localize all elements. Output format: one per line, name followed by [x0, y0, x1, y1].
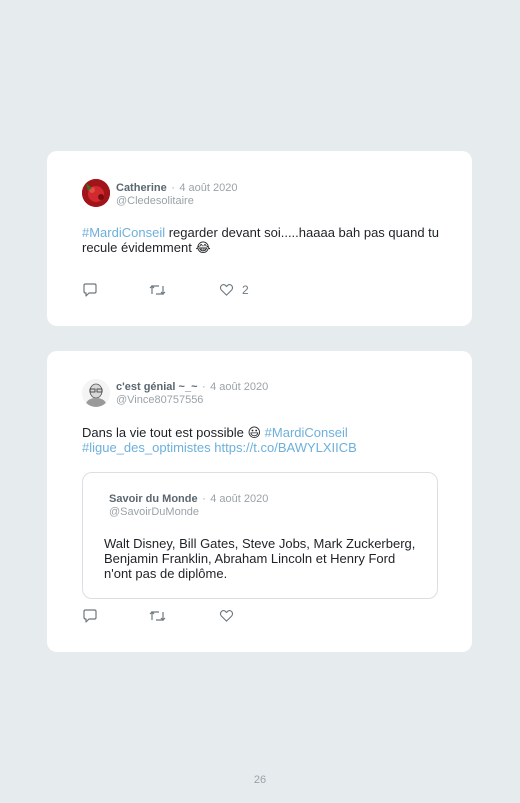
separator: ·	[202, 493, 206, 505]
author-name[interactable]: Catherine	[116, 182, 167, 194]
separator: ·	[171, 182, 175, 194]
tweet-header: c'est génial ~_~ · 4 août 2020 @Vince807…	[116, 379, 268, 407]
avatar[interactable]	[82, 379, 110, 407]
author-handle[interactable]: @Cledesolitaire	[116, 195, 237, 208]
author-handle[interactable]: @Vince80757556	[116, 394, 268, 407]
quoted-author-handle[interactable]: @SavoirDuMonde	[109, 506, 268, 519]
avatar-image	[82, 179, 110, 207]
retweet-button[interactable]	[149, 608, 166, 624]
tweet-actions: 2	[82, 282, 282, 298]
author-name[interactable]: c'est génial ~_~	[116, 381, 198, 393]
page-number: 26	[253, 774, 267, 786]
quoted-tweet[interactable]: Savoir du Monde · 4 août 2020 @SavoirDuM…	[82, 472, 438, 599]
like-button[interactable]	[219, 608, 234, 623]
retweet-button[interactable]	[149, 282, 166, 298]
tweet-actions	[82, 608, 282, 624]
quoted-tweet-text: Walt Disney, Bill Gates, Steve Jobs, Mar…	[104, 536, 416, 581]
quoted-tweet-header: Savoir du Monde · 4 août 2020 @SavoirDuM…	[109, 491, 268, 519]
tweet-text: #MardiConseil regarder devant soi.....ha…	[82, 225, 442, 255]
avatar[interactable]	[82, 179, 110, 207]
tweet-date[interactable]: 4 août 2020	[179, 182, 237, 194]
reply-icon	[83, 609, 97, 623]
tweet-header: Catherine · 4 août 2020 @Cledesolitaire	[116, 180, 237, 208]
tweet-card[interactable]: c'est génial ~_~ · 4 août 2020 @Vince807…	[47, 351, 472, 652]
tweet-text: Dans la vie tout est possible 😃 #MardiCo…	[82, 425, 447, 455]
like-icon	[219, 610, 234, 622]
hashtag-link[interactable]: #MardiConseil	[265, 425, 348, 440]
url-link[interactable]: https://t.co/BAWYLXIICB	[214, 440, 357, 455]
retweet-icon	[149, 285, 166, 295]
separator: ·	[201, 381, 206, 393]
hashtag-link[interactable]: #ligue_des_optimistes	[82, 440, 211, 455]
reply-button[interactable]	[82, 608, 98, 624]
like-button[interactable]: 2	[219, 282, 249, 297]
hashtag-link[interactable]: #MardiConseil	[82, 225, 165, 240]
quoted-tweet-date[interactable]: 4 août 2020	[210, 493, 268, 505]
reply-button[interactable]	[82, 282, 98, 298]
like-count: 2	[242, 282, 249, 297]
avatar-image	[82, 379, 110, 407]
quoted-author-name[interactable]: Savoir du Monde	[109, 493, 198, 505]
retweet-icon	[149, 611, 166, 621]
tweet-card[interactable]: Catherine · 4 août 2020 @Cledesolitaire …	[47, 151, 472, 326]
tweet-body: Dans la vie tout est possible 😃	[82, 425, 265, 440]
reply-icon	[83, 283, 97, 297]
like-icon	[219, 284, 234, 296]
tweet-date[interactable]: 4 août 2020	[210, 381, 268, 393]
